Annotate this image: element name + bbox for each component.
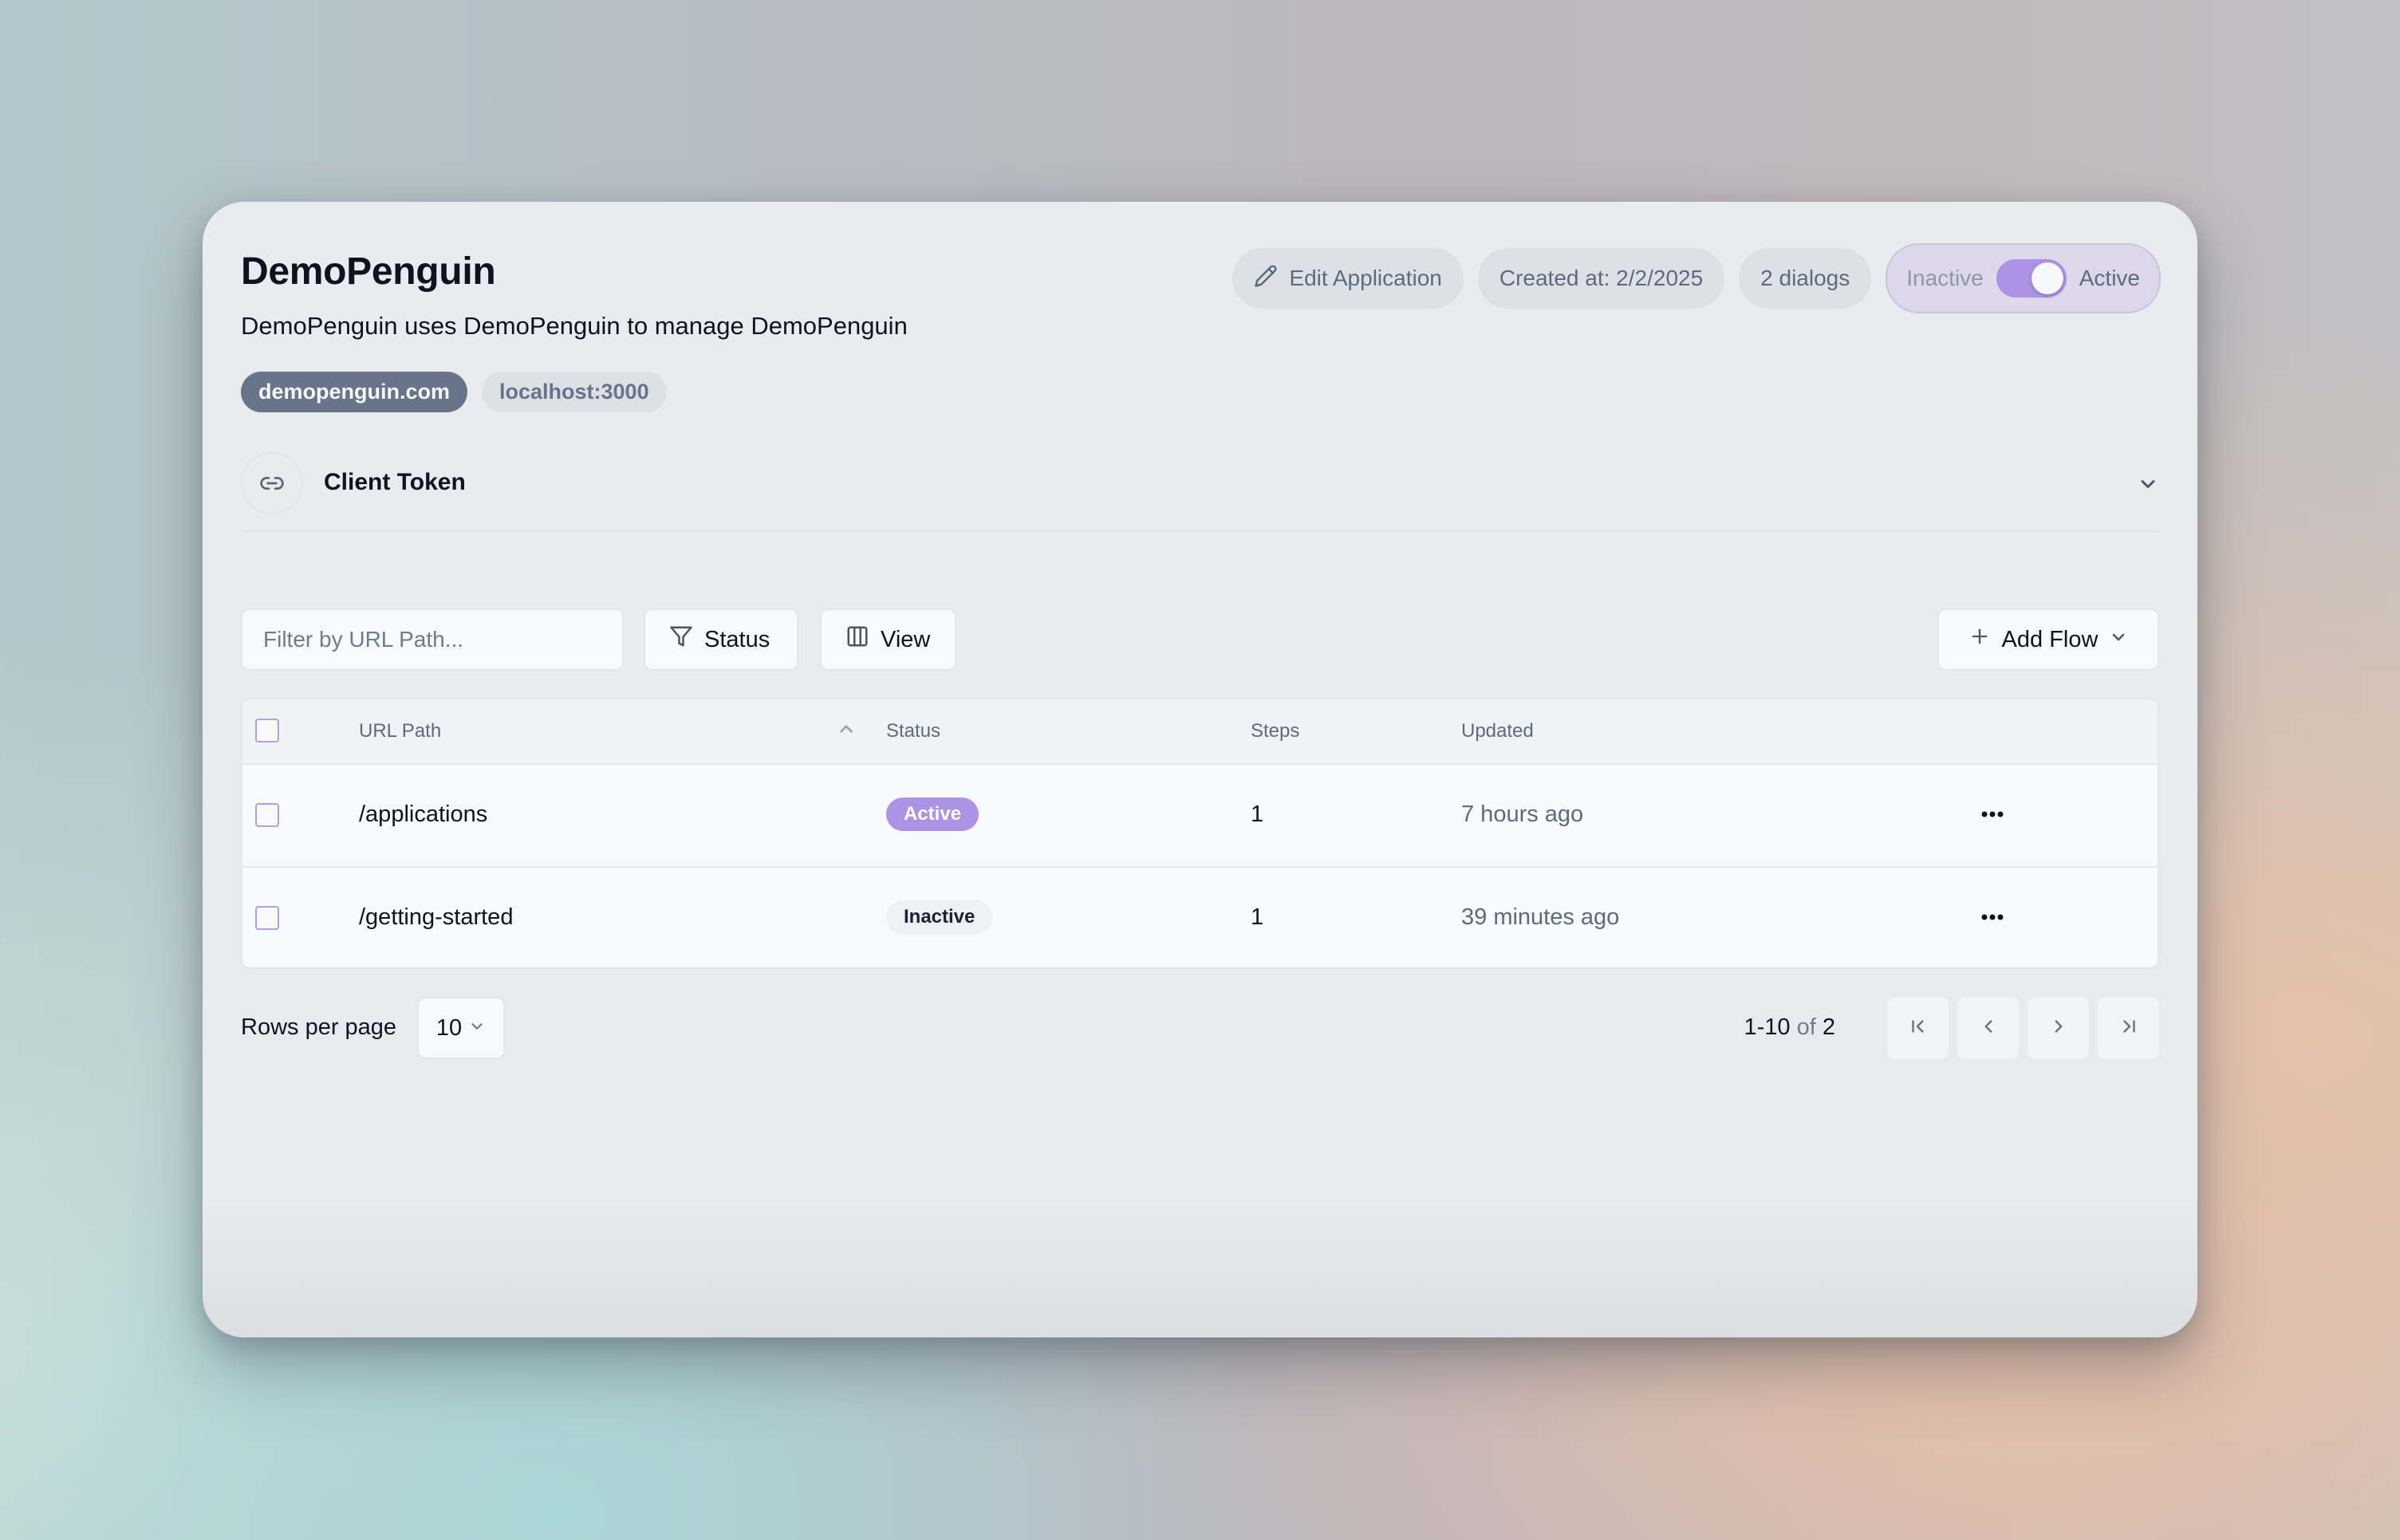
- active-label: Active: [2079, 266, 2140, 290]
- filter-icon: [669, 624, 693, 655]
- active-toggle-switch[interactable]: [1996, 259, 2067, 297]
- domain-chip[interactable]: localhost:3000: [482, 372, 667, 412]
- updated-cell: 39 minutes ago: [1461, 904, 1620, 930]
- sort-ascending-icon[interactable]: [836, 719, 857, 743]
- rows-per-page-select[interactable]: 10: [417, 997, 505, 1059]
- next-page-button[interactable]: [2028, 997, 2089, 1059]
- status-badge: Active: [886, 798, 979, 831]
- header-actions: Edit Application Created at: 2/2/2025 2 …: [1232, 243, 2161, 313]
- pagination: Rows per page 10 1-10 of 2: [241, 997, 2159, 1059]
- domain-chips: demopenguin.com localhost:3000: [241, 372, 667, 412]
- chevrons-last-icon: [2118, 1016, 2139, 1041]
- page-range-value: 1-10: [1744, 1014, 1791, 1040]
- chevron-right-icon: [2048, 1016, 2069, 1041]
- chevron-down-icon[interactable]: [2137, 473, 2159, 499]
- rows-per-page-label: Rows per page: [241, 1014, 397, 1040]
- status-filter-button[interactable]: Status: [644, 609, 798, 671]
- page-title: DemoPenguin: [241, 250, 496, 293]
- table-row[interactable]: /applications Active 1 7 hours ago: [242, 763, 2158, 868]
- edit-application-button[interactable]: Edit Application: [1232, 248, 1464, 309]
- created-at-badge: Created at: 2/2/2025: [1477, 248, 1725, 309]
- chevron-down-icon: [468, 1015, 486, 1042]
- link-icon: [241, 452, 303, 514]
- toggle-knob: [2031, 262, 2063, 294]
- updated-cell: 7 hours ago: [1461, 802, 1584, 827]
- last-page-button[interactable]: [2098, 997, 2159, 1059]
- filter-url-path-input[interactable]: [241, 609, 624, 671]
- previous-page-button[interactable]: [1957, 997, 2019, 1059]
- pencil-icon: [1254, 264, 1289, 293]
- edit-application-label: Edit Application: [1289, 266, 1442, 290]
- add-flow-button[interactable]: Add Flow: [1937, 609, 2159, 671]
- url-path-cell[interactable]: /getting-started: [359, 904, 513, 931]
- app-description: DemoPenguin uses DemoPenguin to manage D…: [241, 312, 908, 340]
- page-total: 2: [1822, 1014, 1835, 1040]
- client-token-accordion[interactable]: Client Token: [241, 441, 2159, 532]
- client-token-label: Client Token: [324, 469, 466, 495]
- column-header-updated[interactable]: Updated: [1461, 720, 1534, 742]
- dialogs-count-label: 2 dialogs: [1760, 266, 1850, 290]
- column-header-status[interactable]: Status: [886, 720, 940, 742]
- page-range: 1-10 of 2: [1744, 1014, 1836, 1041]
- row-checkbox[interactable]: [255, 906, 279, 930]
- steps-cell: 1: [1251, 904, 1264, 930]
- active-toggle-group: Inactive Active: [1886, 243, 2161, 313]
- domain-chip-primary[interactable]: demopenguin.com: [241, 372, 468, 412]
- first-page-button[interactable]: [1887, 997, 1949, 1059]
- table-header: URL Path Status Steps Updated: [242, 699, 2158, 765]
- view-columns-button[interactable]: View: [820, 609, 956, 671]
- add-flow-label: Add Flow: [2001, 626, 2099, 652]
- chevron-down-icon: [2109, 627, 2128, 653]
- rows-per-page-value: 10: [435, 1014, 463, 1041]
- chevron-left-icon: [1978, 1016, 1999, 1041]
- dialogs-count-badge[interactable]: 2 dialogs: [1739, 248, 1872, 309]
- status-filter-label: Status: [704, 626, 770, 652]
- status-badge: Inactive: [886, 900, 993, 934]
- columns-icon: [845, 624, 869, 655]
- chevrons-first-icon: [1908, 1016, 1929, 1041]
- column-header-steps[interactable]: Steps: [1251, 720, 1299, 742]
- page-range-of: of: [1796, 1014, 1816, 1040]
- row-checkbox[interactable]: [255, 803, 279, 827]
- application-card: DemoPenguin DemoPenguin uses DemoPenguin…: [203, 202, 2197, 1337]
- view-label: View: [881, 626, 931, 652]
- table-toolbar: Status View Add Flow: [241, 609, 2159, 671]
- more-actions-icon[interactable]: [1976, 901, 2008, 933]
- flows-table: URL Path Status Steps Updated /applicati…: [241, 698, 2159, 969]
- column-header-url-path[interactable]: URL Path: [359, 720, 441, 742]
- steps-cell: 1: [1251, 802, 1264, 827]
- url-path-cell[interactable]: /applications: [359, 802, 487, 828]
- plus-icon: [1968, 625, 1991, 654]
- created-at-label: Created at: 2/2/2025: [1499, 266, 1704, 290]
- select-all-checkbox[interactable]: [255, 719, 279, 742]
- inactive-label: Inactive: [1906, 266, 1984, 290]
- more-actions-icon[interactable]: [1976, 798, 2008, 830]
- table-row[interactable]: /getting-started Inactive 1 39 minutes a…: [242, 866, 2158, 967]
